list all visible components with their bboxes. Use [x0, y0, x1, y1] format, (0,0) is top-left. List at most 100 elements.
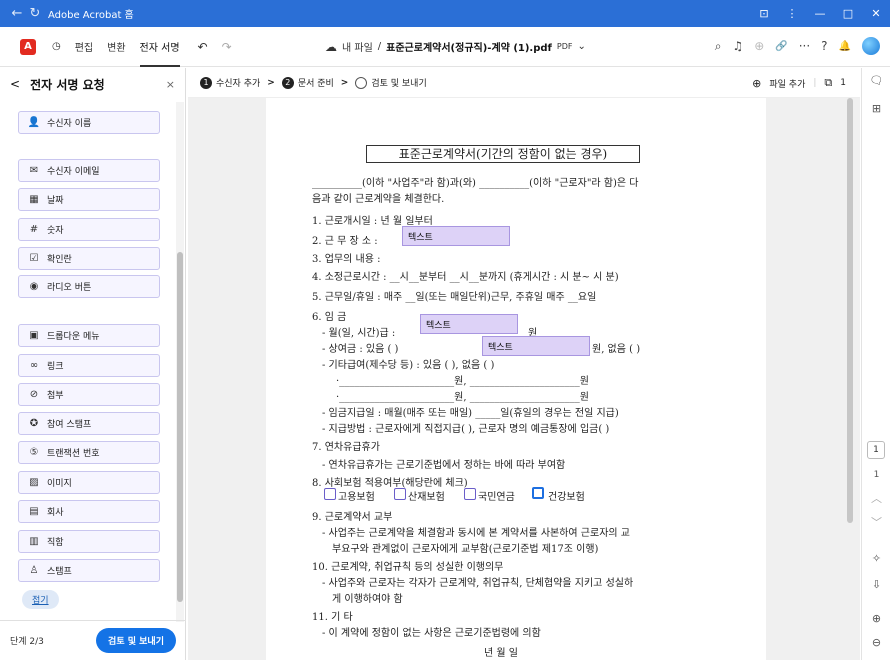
transaction-icon: ⑤: [29, 447, 39, 458]
convert-menu[interactable]: 변환: [107, 39, 125, 54]
field-image[interactable]: ▨ 이미지: [18, 471, 160, 494]
field-dropdown[interactable]: ▣ 드롭다운 메뉴: [18, 324, 160, 347]
breadcrumb-my-files[interactable]: 내 파일: [342, 39, 373, 54]
field-transaction-number[interactable]: ⑤ 트랜잭션 번호: [18, 441, 160, 464]
link-icon[interactable]: 🔗: [775, 41, 787, 52]
side-panel-title: 전자 서명 요청: [30, 77, 105, 92]
avatar[interactable]: [862, 37, 880, 55]
zoom-out-icon[interactable]: ⊖: [862, 636, 890, 649]
close-window-icon[interactable]: ✕: [862, 7, 890, 20]
esign-tab[interactable]: 전자 서명: [139, 26, 180, 67]
field-label: 스탬프: [47, 567, 72, 577]
audio-icon[interactable]: ♫: [732, 39, 743, 53]
chevron-down-icon[interactable]: ⌄: [578, 41, 586, 52]
right-tool-bar: 🗨 ⊞ 1 1 ︿ ﹀ ✧ ⇩ ⊕ ⊖: [861, 68, 890, 660]
checkbox-industrial-insurance[interactable]: [394, 488, 406, 500]
edit-menu[interactable]: 편집: [75, 39, 93, 54]
mail-icon: ✉: [29, 165, 39, 176]
collapse-button[interactable]: 접기: [22, 590, 59, 609]
search-icon[interactable]: ⌕: [715, 39, 722, 54]
back-arrow-icon[interactable]: <: [10, 77, 20, 91]
step-bar: 1 수신자 추가 > 2 문서 준비 > 검토 및 보내기 ⊕ 파일 추가 | …: [188, 68, 860, 98]
minimize-icon[interactable]: —: [806, 7, 834, 20]
step3-circle-icon: [355, 76, 368, 89]
window-icon[interactable]: ⊡: [750, 7, 778, 20]
radio-icon: ◉: [29, 281, 39, 292]
comment-icon[interactable]: 🗨: [862, 74, 890, 87]
page-up-icon[interactable]: ︿: [862, 490, 890, 506]
scrollbar-thumb[interactable]: [177, 252, 183, 602]
text-field-workplace[interactable]: 텍스트: [402, 226, 510, 246]
field-recipient-name[interactable]: 👤 수신자 이름: [18, 111, 160, 134]
field-number[interactable]: # 숫자: [18, 218, 160, 241]
add-file-button[interactable]: 파일 추가: [769, 77, 805, 90]
field-stamp[interactable]: ♙ 스탬프: [18, 559, 160, 582]
paperclip-icon: ⊘: [29, 389, 39, 400]
checkbox-icon: ☑: [29, 253, 39, 264]
checkbox-employment-insurance[interactable]: [324, 488, 336, 500]
document-scrollbar[interactable]: [846, 98, 854, 528]
field-radio[interactable]: ◉ 라디오 버튼: [18, 275, 160, 298]
ai-assistant-icon[interactable]: ✧: [862, 552, 890, 565]
grid-icon[interactable]: ⊞: [862, 102, 890, 115]
field-link[interactable]: ∞ 링크: [18, 354, 160, 377]
side-panel-scrollbar[interactable]: [176, 102, 184, 622]
maximize-icon[interactable]: □: [834, 7, 862, 20]
zoom-icon[interactable]: ⊕: [754, 39, 764, 53]
add-file-icon[interactable]: ⊕: [752, 77, 761, 90]
zoom-in-icon[interactable]: ⊕: [862, 612, 890, 625]
doc-line: 1. 근로개시일 : 년 월 일부터: [312, 216, 433, 227]
more-icon[interactable]: ···: [799, 39, 810, 53]
step3-label[interactable]: 검토 및 보내기: [371, 76, 426, 89]
chevron-right-icon: >: [340, 77, 349, 88]
refresh-icon[interactable]: ↻: [26, 6, 44, 21]
field-recipient-email[interactable]: ✉ 수신자 이메일: [18, 159, 160, 182]
doc-line: 6. 임 금: [312, 312, 347, 323]
field-company[interactable]: ▤ 회사: [18, 500, 160, 523]
doc-line: ·_______________________원, _____________…: [336, 376, 589, 387]
history-icon[interactable]: ◷: [52, 41, 61, 52]
file-type: PDF: [556, 42, 573, 51]
link-icon: ∞: [29, 360, 39, 371]
undo-icon[interactable]: ↶: [198, 40, 208, 54]
close-panel-icon[interactable]: ×: [166, 78, 175, 91]
doc-line: - 기타급여(제수당 등) : 있음 ( ), 없음 ( ): [322, 360, 495, 371]
bell-icon[interactable]: 🔔: [839, 41, 851, 52]
page-number-box[interactable]: 1: [867, 441, 885, 459]
doc-line: 5. 근무일/휴일 : 매주 __일(또는 매일단위)근무, 주휴일 매주 __…: [312, 292, 597, 303]
doc-line: 건강보험: [548, 492, 585, 503]
doc-line: 4. 소정근로시간 : __시__분부터 __시__분까지 (휴게시간 : 시 …: [312, 272, 619, 283]
field-date[interactable]: ▦ 날짜: [18, 188, 160, 211]
field-job-title[interactable]: ▥ 직함: [18, 530, 160, 553]
document-canvas[interactable]: 표준근로계약서(기간의 정함이 없는 경우) __________(이하 "사업…: [188, 98, 860, 660]
checkbox-national-pension[interactable]: [464, 488, 476, 500]
doc-line: 년 월 일: [484, 648, 518, 659]
acrobat-logo-icon[interactable]: A: [20, 38, 36, 55]
field-attachment[interactable]: ⊘ 첨부: [18, 383, 160, 406]
doc-line: - 사업주와 근로자는 각자가 근로계약, 취업규칙, 단체협약을 지키고 성실…: [322, 578, 634, 589]
field-label: 참여 스탬프: [47, 420, 92, 430]
field-checkbox[interactable]: ☑ 확인란: [18, 247, 160, 270]
help-icon[interactable]: ?: [821, 39, 827, 53]
field-participation-stamp[interactable]: ✪ 참여 스탬프: [18, 412, 160, 435]
breadcrumb-separator: /: [377, 41, 382, 52]
pdf-page[interactable]: 표준근로계약서(기간의 정함이 없는 경우) __________(이하 "사업…: [266, 98, 766, 660]
pages-icon[interactable]: ⧉: [824, 76, 832, 90]
file-name: 표준근로계약서(정규직)-계약 (1).pdf: [386, 43, 552, 54]
back-icon[interactable]: ←: [8, 6, 26, 21]
export-icon[interactable]: ⇩: [862, 578, 890, 591]
step1-label[interactable]: 수신자 추가: [216, 76, 260, 89]
doc-line: 부요구와 관계없이 근로자에게 교부함(근로기준법 제17조 이행): [332, 544, 599, 555]
text-field-bonus[interactable]: 텍스트: [482, 336, 590, 356]
menu-icon[interactable]: ⋮: [778, 7, 806, 20]
field-label: 드롭다운 메뉴: [47, 332, 100, 342]
review-send-button[interactable]: 검토 및 보내기: [96, 628, 176, 653]
checkbox-health-insurance[interactable]: [532, 487, 544, 499]
page-down-icon[interactable]: ﹀: [862, 514, 890, 530]
step-indicator: 단계 2/3: [10, 637, 44, 647]
scrollbar-thumb[interactable]: [847, 98, 853, 523]
side-panel-footer: 단계 2/3 검토 및 보내기: [0, 620, 186, 660]
text-field-wage[interactable]: 텍스트: [420, 314, 518, 334]
step2-label[interactable]: 문서 준비: [298, 76, 334, 89]
redo-icon[interactable]: ↷: [222, 40, 232, 54]
